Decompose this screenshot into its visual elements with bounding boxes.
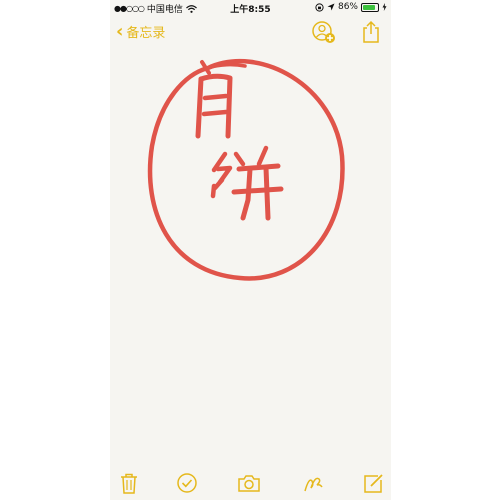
wifi-icon bbox=[186, 4, 197, 13]
checklist-icon[interactable] bbox=[176, 472, 198, 494]
drawn-circle-overlap bbox=[206, 62, 247, 70]
share-icon[interactable] bbox=[360, 20, 382, 44]
battery-icon bbox=[361, 2, 379, 12]
battery-percent: 86% bbox=[337, 2, 358, 12]
back-button[interactable]: ‹ 备忘录 bbox=[116, 22, 165, 41]
battery-level bbox=[363, 4, 376, 10]
notes-screen: ●●○○○ 中国电信 上午8:55 86% ‹ 备忘录 bbox=[110, 0, 391, 500]
navigation-bar: ‹ 备忘录 bbox=[110, 16, 391, 46]
compose-icon[interactable] bbox=[362, 472, 384, 494]
character-yue bbox=[195, 60, 233, 139]
add-people-icon[interactable] bbox=[312, 20, 336, 44]
bottom-toolbar bbox=[110, 466, 391, 500]
status-bar: ●●○○○ 中国电信 上午8:55 86% bbox=[110, 0, 391, 15]
status-left: ●●○○○ 中国电信 bbox=[114, 2, 197, 15]
carrier-name: 中国电信 bbox=[146, 5, 183, 15]
status-right: 86% bbox=[315, 2, 387, 12]
handwritten-drawing: 月饼 bbox=[147, 58, 345, 281]
charging-icon bbox=[382, 3, 387, 11]
sketch-icon[interactable] bbox=[302, 472, 324, 494]
chevron-left-icon: ‹ bbox=[116, 20, 124, 42]
signal-strength: ●●○○○ bbox=[114, 4, 145, 13]
character-bing bbox=[210, 145, 284, 221]
orientation-lock-icon bbox=[315, 2, 324, 12]
location-icon bbox=[327, 3, 335, 11]
sketch-canvas[interactable]: 月饼 bbox=[110, 46, 391, 460]
back-button-label: 备忘录 bbox=[126, 26, 166, 41]
camera-icon[interactable] bbox=[237, 472, 261, 494]
trash-icon[interactable] bbox=[118, 472, 140, 494]
